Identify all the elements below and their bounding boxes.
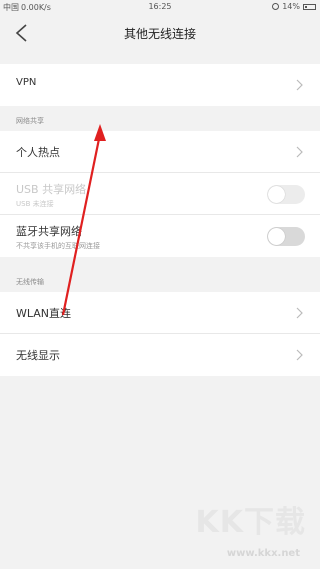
title-bar: 其他无线连接 [0,14,320,52]
usb-tethering-toggle [267,185,305,204]
wireless-transfer-group: WLAN直连 无线显示 [0,292,320,376]
battery-icon [303,3,316,10]
wlan-direct-label: WLAN直连 [16,307,72,320]
wireless-display-label: 无线显示 [16,349,60,362]
usb-tethering-label: USB 共享网络 [16,183,87,196]
bluetooth-tethering-status: 不共享该手机的互联网连接 [16,242,100,250]
hotspot-label: 个人热点 [16,146,60,159]
usb-tethering-status: USB 未连接 [16,200,54,208]
hotspot-row[interactable]: 个人热点 [0,131,320,173]
bluetooth-tethering-toggle[interactable] [267,227,305,246]
watermark-url: www.kkx.net [226,548,300,559]
vpn-group: VPN [0,64,320,106]
toggle-knob [268,186,285,203]
wlan-direct-row[interactable]: WLAN直连 [0,292,320,334]
bluetooth-tethering-label: 蓝牙共享网络 [16,225,82,238]
status-bar: 中国 0.00K/s 16:25 14% [0,0,320,14]
chevron-right-icon [296,79,303,91]
chevron-right-icon [296,307,303,319]
watermark-logo: KK下载 [195,505,306,540]
watermark: KK下载 www.kkx.net [186,497,306,559]
page-title: 其他无线连接 [123,27,196,41]
network-sharing-group: 个人热点 USB 共享网络 USB 未连接 蓝牙共享网络 不共享该手机的互联网连… [0,131,320,257]
bluetooth-tethering-row[interactable]: 蓝牙共享网络 不共享该手机的互联网连接 [0,215,320,257]
usb-tethering-row: USB 共享网络 USB 未连接 [0,173,320,215]
wireless-display-row[interactable]: 无线显示 [0,334,320,376]
toggle-knob [268,228,285,245]
section-wireless-transfer: 无线传输 [16,278,44,286]
section-network-sharing: 网络共享 [16,117,44,125]
alarm-icon [272,3,280,10]
status-right: 14% [272,2,316,11]
battery-percent: 14% [282,2,300,11]
chevron-right-icon [296,349,303,361]
vpn-row[interactable]: VPN [0,64,320,106]
chevron-right-icon [296,146,303,158]
vpn-label: VPN [16,77,37,88]
